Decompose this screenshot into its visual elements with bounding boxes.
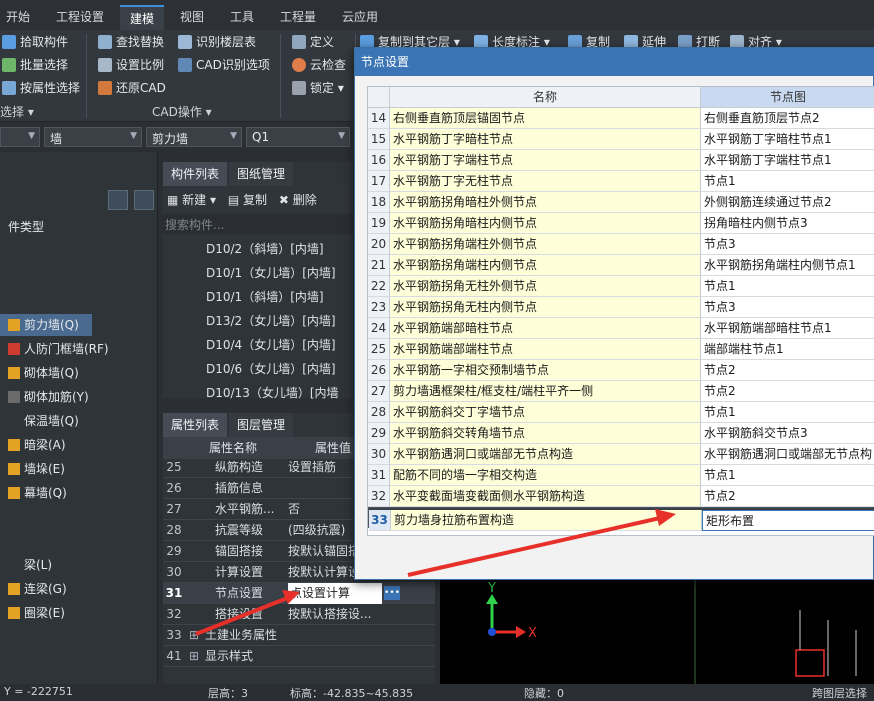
- red-arrowhead: [655, 509, 676, 526]
- red-arrow-property: [195, 595, 291, 636]
- annotation-arrows: [195, 509, 676, 636]
- red-arrow-dialog: [407, 516, 661, 577]
